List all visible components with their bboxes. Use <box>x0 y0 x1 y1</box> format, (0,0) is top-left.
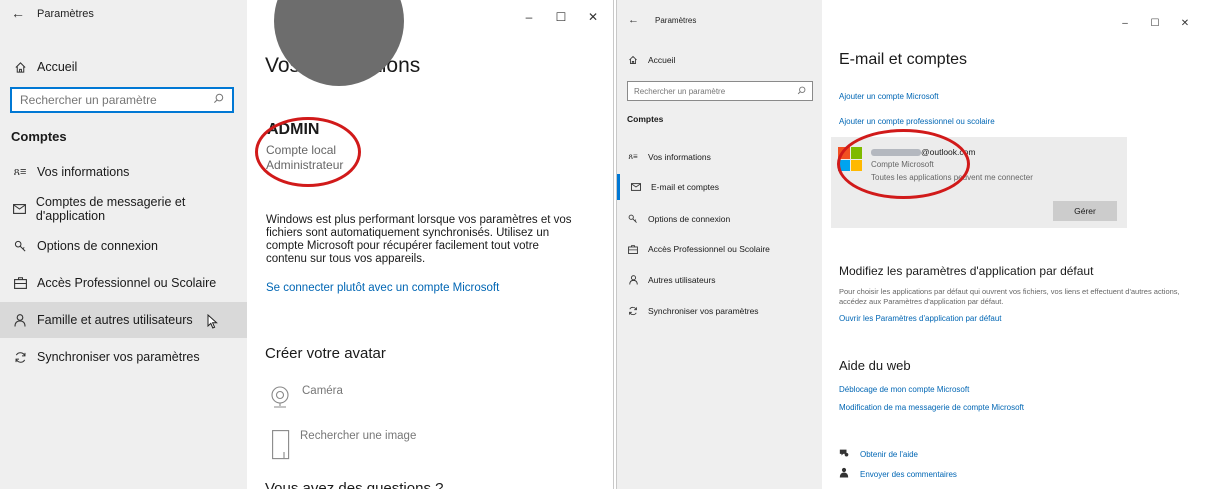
close-button[interactable]: ✕ <box>577 10 609 24</box>
briefcase-icon <box>9 277 31 289</box>
sidebar-item-label: Famille et autres utilisateurs <box>37 313 193 327</box>
sidebar-item-home[interactable]: Accueil <box>617 47 822 73</box>
minimize-button[interactable]: – <box>513 10 545 24</box>
sidebar-item-acces-pro[interactable]: Accès Professionnel ou Scolaire <box>0 265 247 301</box>
sidebar-item-autres-utilisateurs[interactable]: Autres utilisateurs <box>617 267 822 293</box>
add-work-account-link[interactable]: Ajouter un compte professionnel ou scola… <box>839 117 995 126</box>
help-chat-icon <box>839 445 849 463</box>
section-heading: Comptes <box>627 114 664 124</box>
browse-label: Rechercher une image <box>300 430 417 442</box>
sync-icon <box>622 306 644 316</box>
sidebar-item-home[interactable]: Accueil <box>0 49 247 85</box>
search-icon <box>213 93 224 107</box>
sidebar-item-label: Comptes de messagerie et d'application <box>35 195 186 223</box>
sidebar-item-label: Accès Professionnel ou Scolaire <box>648 244 770 254</box>
mail-icon <box>625 183 647 191</box>
manage-button[interactable]: Gérer <box>1053 201 1117 221</box>
page-title: E-mail et comptes <box>839 51 968 68</box>
sidebar-item-label: Synchroniser vos paramètres <box>648 306 759 316</box>
close-button[interactable]: ✕ <box>1170 18 1200 29</box>
get-help-link[interactable]: Obtenir de l'aide <box>839 445 918 463</box>
add-ms-account-link[interactable]: Ajouter un compte Microsoft <box>839 92 939 101</box>
avatar-heading: Créer votre avatar <box>265 345 386 362</box>
web-help-link-unlock[interactable]: Déblocage de mon compte Microsoft <box>839 385 969 394</box>
camera-option[interactable]: Caméra <box>270 385 343 414</box>
feedback-person-icon <box>839 465 849 483</box>
window-controls: – ☐ ✕ <box>1110 18 1200 29</box>
manage-button-label: Gérer <box>1074 206 1096 216</box>
sidebar-item-label: Options de connexion <box>37 239 158 253</box>
sidebar-item-connexion[interactable]: Options de connexion <box>0 228 247 264</box>
sync-description: Windows est plus performant lorsque vos … <box>266 214 572 265</box>
default-apps-text: Pour choisir les applications par défaut… <box>839 287 1180 306</box>
browse-option[interactable]: Rechercher une image <box>272 430 416 465</box>
sidebar-item-messagerie[interactable]: Comptes de messagerie et d'application <box>0 191 247 227</box>
sidebar-item-label: Accueil <box>648 55 676 65</box>
person-icon <box>622 275 644 285</box>
camera-icon <box>270 385 290 414</box>
maximize-button[interactable]: ☐ <box>545 10 577 24</box>
briefcase-icon <box>622 244 644 254</box>
sidebar-item-label: Accès Professionnel ou Scolaire <box>37 276 217 290</box>
search-input[interactable]: Rechercher un paramètre <box>627 81 813 101</box>
sidebar-item-label: Accueil <box>37 60 78 74</box>
person-list-icon: ጸ≡ <box>13 165 27 178</box>
settings-window-left: ← Paramètres Accueil Rechercher un param… <box>0 0 614 489</box>
sidebar: ← Paramètres Accueil Rechercher un param… <box>0 0 247 489</box>
sidebar-item-famille[interactable]: Famille et autres utilisateurs <box>0 302 247 338</box>
window-title: Paramètres <box>655 16 697 25</box>
get-help-label: Obtenir de l'aide <box>860 449 919 459</box>
sidebar-item-synchroniser[interactable]: Synchroniser vos paramètres <box>0 339 247 375</box>
search-placeholder: Rechercher un paramètre <box>20 93 157 107</box>
ms-account-link[interactable]: Se connecter plutôt avec un compte Micro… <box>266 282 499 294</box>
sidebar-item-label: Synchroniser vos paramètres <box>37 350 200 364</box>
default-apps-heading: Modifiez les paramètres d'application pa… <box>839 264 1094 278</box>
search-icon <box>797 86 806 97</box>
back-arrow-icon[interactable]: ← <box>11 5 25 21</box>
web-help-heading: Aide du web <box>839 358 911 373</box>
sidebar-item-vos-informations[interactable]: ጸ≡ Vos informations <box>0 154 247 190</box>
sidebar-item-label: E-mail et comptes <box>651 182 720 192</box>
mouse-cursor-icon <box>207 313 218 332</box>
camera-label: Caméra <box>302 385 343 397</box>
sync-icon <box>9 351 31 364</box>
sidebar-item-email-comptes[interactable]: E-mail et comptes <box>617 174 822 200</box>
minimize-button[interactable]: – <box>1110 18 1140 29</box>
settings-window-right: ← Paramètres Accueil Rechercher un param… <box>616 0 1205 489</box>
key-icon <box>622 214 644 224</box>
maximize-button[interactable]: ☐ <box>1140 18 1170 29</box>
search-placeholder: Rechercher un paramètre <box>634 86 726 96</box>
feedback-label: Envoyer des commentaires <box>860 469 957 479</box>
home-icon <box>9 61 31 74</box>
sidebar-item-label: Vos informations <box>37 165 130 179</box>
questions-heading: Vous avez des questions ? <box>265 480 444 489</box>
section-heading: Comptes <box>11 129 67 144</box>
sidebar-item-label: Options de connexion <box>648 214 731 224</box>
key-icon <box>9 240 31 253</box>
annotation-circle <box>255 117 361 187</box>
image-file-icon <box>272 430 290 465</box>
window-controls: – ☐ ✕ <box>513 10 609 24</box>
web-help-link-email[interactable]: Modification de ma messagerie de compte … <box>839 403 1024 412</box>
home-icon <box>622 55 644 65</box>
window-title: Paramètres <box>37 8 94 20</box>
sidebar: ← Paramètres Accueil Rechercher un param… <box>617 0 822 489</box>
feedback-link[interactable]: Envoyer des commentaires <box>839 465 957 483</box>
sidebar-item-synchroniser[interactable]: Synchroniser vos paramètres <box>617 298 822 324</box>
person-list-icon: ጸ≡ <box>628 152 638 161</box>
sidebar-item-vos-informations[interactable]: ጸ≡ Vos informations <box>617 144 822 170</box>
search-input[interactable]: Rechercher un paramètre <box>10 87 234 113</box>
sidebar-item-label: Autres utilisateurs <box>648 275 716 285</box>
sidebar-item-acces-pro[interactable]: Accès Professionnel ou Scolaire <box>617 236 822 262</box>
default-apps-link[interactable]: Ouvrir les Paramètres d'application par … <box>839 314 1002 323</box>
back-arrow-icon[interactable]: ← <box>628 14 639 26</box>
person-icon <box>9 313 31 327</box>
mail-icon <box>9 204 30 214</box>
sidebar-item-label: Vos informations <box>648 152 711 162</box>
sidebar-item-connexion[interactable]: Options de connexion <box>617 206 822 232</box>
annotation-circle <box>837 129 970 199</box>
